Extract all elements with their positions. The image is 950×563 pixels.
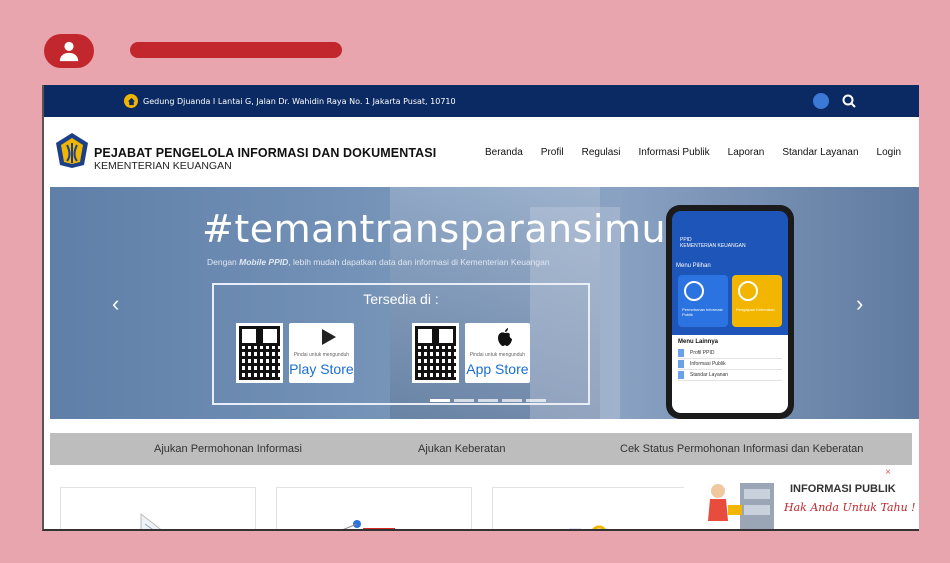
availability-title: Tersedia di : — [363, 291, 439, 307]
phone-menu-title: Menu Pilihan — [676, 263, 711, 269]
phone-tile1-label: Permohonan Informasi Publik — [682, 307, 723, 317]
cek-status-link[interactable]: Cek Status Permohonan Informasi dan Kebe… — [620, 443, 863, 455]
globe-icon[interactable] — [813, 93, 829, 109]
network-illustration-icon — [343, 520, 395, 529]
avatar — [44, 34, 94, 68]
phone-other-item: Standar Layanan — [678, 370, 782, 381]
nav-regulasi[interactable]: Regulasi — [582, 147, 621, 158]
phone-other-item: Informasi Publik — [678, 359, 782, 370]
redacted-username-bar — [130, 42, 342, 58]
phone-tile-keberatan: Pengajuan Keberatan — [732, 275, 782, 327]
site-header: PEJABAT PENGELOLA INFORMASI DAN DOKUMENT… — [44, 117, 919, 187]
user-icon — [59, 41, 79, 62]
nav-laporan[interactable]: Laporan — [728, 147, 765, 158]
doc-icon — [678, 349, 684, 357]
top-info-bar: Gedung Djuanda I Lantai G, Jalan Dr. Wah… — [44, 85, 919, 117]
doc-icon — [678, 371, 684, 379]
service-card[interactable] — [276, 487, 472, 529]
home-icon[interactable] — [124, 94, 138, 108]
search-icon[interactable] — [841, 93, 857, 109]
carousel-dot[interactable] — [502, 399, 522, 402]
carousel-dot[interactable] — [526, 399, 546, 402]
nav-standar-layanan[interactable]: Standar Layanan — [782, 147, 858, 158]
app-store-label: App Store — [466, 361, 529, 377]
play-store-qr-code — [236, 323, 283, 383]
play-store-scan-text: Pindai untuk mengunduh — [293, 352, 350, 358]
document-illustration-icon — [140, 512, 161, 529]
play-store-label: Play Store — [289, 361, 354, 377]
objection-icon — [738, 281, 758, 301]
nav-profil[interactable]: Profil — [541, 147, 564, 158]
promo-slogan: Hak Anda Untuk Tahu ! — [784, 501, 916, 514]
play-store-card[interactable]: Pindai untuk mengunduh Play Store — [288, 323, 354, 383]
phone-tile2-label: Pengajuan Keberatan — [736, 307, 775, 312]
service-card[interactable] — [492, 487, 688, 529]
website-screenshot: Gedung Djuanda I Lantai G, Jalan Dr. Wah… — [42, 85, 919, 531]
phone-screen: PPID KEMENTERIAN KEUANGAN Menu Pilihan P… — [672, 211, 788, 413]
promo-title: INFORMASI PUBLIK — [790, 483, 896, 495]
hero-carousel: #temantransparansimu Dengan Mobile PPID,… — [50, 187, 919, 419]
nav-login[interactable]: Login — [877, 147, 901, 158]
app-store-scan-text: Pindai untuk mengunduh — [469, 352, 526, 358]
hero-hashtag: #temantransparansimu — [202, 207, 667, 251]
ajukan-permohonan-link[interactable]: Ajukan Permohonan Informasi — [154, 443, 302, 455]
info-icon — [684, 281, 704, 301]
play-store-icon — [321, 329, 336, 345]
tagline-suffix: , lebih mudah dapatkan data dan informas… — [288, 257, 550, 267]
address: Gedung Djuanda I Lantai G, Jalan Dr. Wah… — [124, 94, 456, 108]
carousel-dot[interactable] — [454, 399, 474, 402]
search-document-illustration-icon — [569, 525, 606, 529]
site-title[interactable]: PEJABAT PENGELOLA INFORMASI DAN DOKUMENT… — [94, 146, 436, 160]
kemenkeu-logo-icon[interactable] — [54, 131, 90, 169]
carousel-dot[interactable] — [478, 399, 498, 402]
apple-icon — [497, 328, 512, 346]
tagline-prefix: Dengan — [207, 257, 240, 267]
main-nav: Beranda Profil Regulasi Informasi Publik… — [485, 147, 901, 158]
availability-box: Tersedia di : Pindai untuk mengunduh Pla… — [212, 283, 590, 405]
carousel-indicators — [430, 399, 546, 402]
carousel-prev-arrow[interactable]: ‹ — [112, 291, 119, 317]
phone-mockup: PPID KEMENTERIAN KEUANGAN Menu Pilihan P… — [666, 205, 794, 419]
phone-other-menu: Menu Lainnya Profil PPID Informasi Publi… — [672, 335, 788, 413]
phone-header-line2: KEMENTERIAN KEUANGAN — [680, 243, 746, 249]
service-card[interactable] — [60, 487, 256, 529]
ajukan-keberatan-link[interactable]: Ajukan Keberatan — [418, 443, 505, 455]
phone-other-title: Menu Lainnya — [678, 339, 719, 345]
action-bar: Ajukan Permohonan Informasi Ajukan Keber… — [50, 433, 912, 465]
carousel-next-arrow[interactable]: › — [856, 291, 863, 317]
informasi-publik-banner[interactable]: × INFORMASI PUBLIK Hak Anda Untuk Tahu ! — [684, 467, 919, 529]
phone-app-header: PPID KEMENTERIAN KEUANGAN — [680, 237, 746, 249]
app-store-card[interactable]: Pindai untuk mengunduh App Store — [464, 323, 530, 383]
doc-icon — [678, 360, 684, 368]
phone-tile-permohonan: Permohonan Informasi Publik — [678, 275, 728, 327]
filing-cabinet-illustration-icon — [708, 483, 774, 529]
address-text: Gedung Djuanda I Lantai G, Jalan Dr. Wah… — [143, 96, 456, 106]
carousel-dot[interactable] — [430, 399, 450, 402]
play-store-badge[interactable]: Pindai untuk mengunduh Play Store — [236, 323, 354, 383]
close-icon[interactable]: × — [885, 467, 891, 478]
tagline-bold: Mobile PPID — [239, 257, 289, 267]
phone-other-item: Profil PPID — [678, 348, 782, 359]
app-store-badge[interactable]: Pindai untuk mengunduh App Store — [412, 323, 530, 383]
hero-tagline: Dengan Mobile PPID, lebih mudah dapatkan… — [207, 257, 550, 267]
site-subtitle: KEMENTERIAN KEUANGAN — [94, 160, 232, 172]
app-store-qr-code — [412, 323, 459, 383]
nav-informasi-publik[interactable]: Informasi Publik — [639, 147, 710, 158]
nav-beranda[interactable]: Beranda — [485, 147, 523, 158]
